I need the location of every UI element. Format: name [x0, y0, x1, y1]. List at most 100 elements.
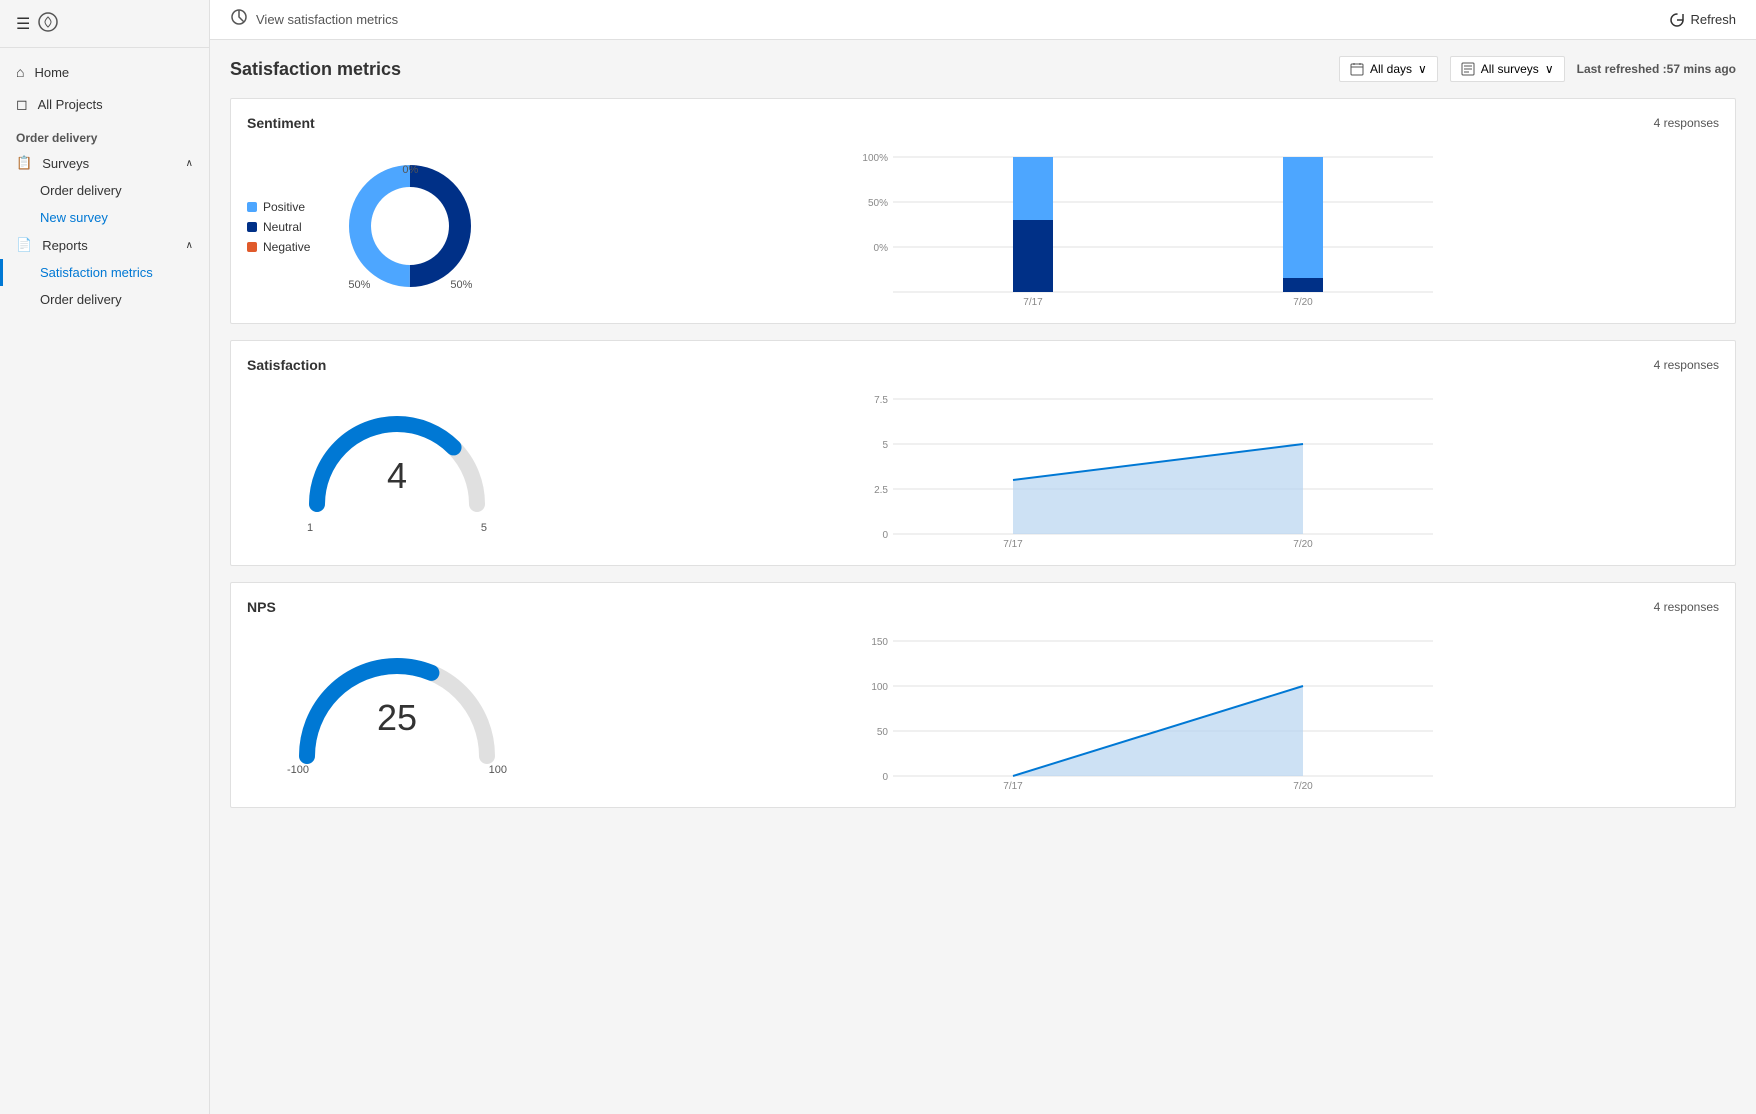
topbar: View satisfaction metrics Refresh	[210, 0, 1756, 40]
sentiment-donut-area: Positive Neutral Negative	[247, 156, 547, 299]
svg-text:0: 0	[882, 530, 888, 541]
refresh-button[interactable]: Refresh	[1670, 12, 1736, 27]
reports-icon: 📄	[16, 237, 32, 253]
sidebar-item-new-survey[interactable]: New survey	[0, 204, 209, 231]
all-surveys-label: All surveys	[1481, 62, 1539, 76]
nps-gauge-value: 25	[377, 697, 417, 739]
last-refreshed: Last refreshed :57 mins ago	[1577, 62, 1736, 76]
page-title: Satisfaction metrics	[230, 59, 401, 80]
satisfaction-gauge-min: 1	[307, 522, 313, 534]
donut-top-label: 0%	[402, 164, 418, 176]
sentiment-bar-svg: 100% 50% 0% 7/17 7/20	[587, 147, 1719, 307]
all-surveys-filter[interactable]: All surveys ∨	[1450, 56, 1565, 82]
all-days-label: All days	[1370, 62, 1412, 76]
view-icon	[230, 8, 248, 31]
neutral-label: Neutral	[263, 220, 302, 234]
svg-text:7/17: 7/17	[1003, 781, 1023, 791]
svg-text:7.5: 7.5	[874, 395, 888, 406]
page-header: Satisfaction metrics All days ∨	[230, 56, 1736, 82]
sentiment-bar-chart: 100% 50% 0% 7/17 7/20	[587, 147, 1719, 307]
satisfaction-gauge-value: 4	[387, 455, 407, 497]
neutral-dot	[247, 222, 257, 232]
sidebar-item-order-delivery-report[interactable]: Order delivery	[0, 286, 209, 313]
satisfaction-gauge: 4 1 5	[297, 404, 497, 534]
svg-text:7/20: 7/20	[1293, 297, 1313, 307]
satisfaction-title: Satisfaction	[247, 357, 326, 373]
satisfaction-area-chart: 7.5 5 2.5 0 7/17 7/20	[587, 389, 1719, 549]
legend-neutral: Neutral	[247, 220, 310, 234]
nps-card: NPS 4 responses 25 -100 100	[230, 582, 1736, 808]
sidebar-navigation: ⌂ Home ◻ All Projects Order delivery 📋 S…	[0, 48, 209, 1114]
surveys-label: Surveys	[42, 156, 89, 171]
svg-text:7/20: 7/20	[1293, 539, 1313, 549]
sidebar: ☰ ⌂ Home ◻ All Projects Order delivery 📋…	[0, 0, 210, 1114]
sidebar-item-all-projects[interactable]: ◻ All Projects	[0, 88, 209, 121]
sentiment-card-content: Positive Neutral Negative	[247, 147, 1719, 307]
reports-label: Reports	[42, 238, 88, 253]
nps-gauge-min: -100	[287, 764, 309, 776]
surveys-chevron-icon: ∧	[186, 158, 193, 169]
nps-gauge: 25 -100 100	[287, 646, 507, 776]
all-days-filter[interactable]: All days ∨	[1339, 56, 1438, 82]
negative-label: Negative	[263, 240, 310, 254]
calendar-icon	[1350, 62, 1364, 76]
legend-negative: Negative	[247, 240, 310, 254]
svg-text:50%: 50%	[868, 198, 888, 209]
topbar-breadcrumb: View satisfaction metrics	[256, 12, 398, 27]
nps-gauge-max: 100	[489, 764, 507, 776]
svg-text:50: 50	[877, 727, 889, 738]
satisfaction-card-content: 4 1 5 7.5 5	[247, 389, 1719, 549]
svg-text:2.5: 2.5	[874, 485, 888, 496]
svg-text:7/17: 7/17	[1023, 297, 1043, 307]
home-icon: ⌂	[16, 64, 24, 80]
refresh-icon	[1670, 13, 1684, 27]
sidebar-item-order-delivery-survey[interactable]: Order delivery	[0, 177, 209, 204]
svg-text:0: 0	[882, 772, 888, 783]
svg-text:0%: 0%	[874, 243, 889, 254]
projects-icon: ◻	[16, 96, 28, 113]
svg-text:7/17: 7/17	[1003, 539, 1023, 549]
content-area: Satisfaction metrics All days ∨	[210, 40, 1756, 1114]
satisfaction-gauge-max: 5	[481, 522, 487, 534]
main-content: View satisfaction metrics Refresh Satisf…	[210, 0, 1756, 1114]
nps-gauge-area: 25 -100 100	[247, 646, 547, 776]
nps-area-chart: 150 100 50 0 7/17 7/20	[587, 631, 1719, 791]
svg-text:7/20: 7/20	[1293, 781, 1313, 791]
surveys-toggle[interactable]: 📋 Surveys ∧	[0, 149, 209, 177]
satisfaction-gauge-area: 4 1 5	[247, 404, 547, 534]
svg-text:100%: 100%	[862, 153, 888, 164]
donut-container: Positive Neutral Negative	[247, 156, 547, 299]
sidebar-header: ☰	[0, 0, 209, 48]
positive-label: Positive	[263, 200, 305, 214]
negative-dot	[247, 242, 257, 252]
donut-svg	[340, 156, 480, 296]
legend-positive: Positive	[247, 200, 310, 214]
satisfaction-card: Satisfaction 4 responses 4 1	[230, 340, 1736, 566]
sidebar-item-home-label: Home	[34, 65, 69, 80]
header-controls: All days ∨ All surveys ∨ Last refreshed …	[1339, 56, 1736, 82]
sentiment-responses: 4 responses	[1654, 116, 1719, 130]
positive-dot	[247, 202, 257, 212]
donut-chart-wrap: 0% 50% 50%	[340, 156, 480, 299]
refresh-label: Refresh	[1690, 12, 1736, 27]
sidebar-item-home[interactable]: ⌂ Home	[0, 56, 209, 88]
sidebar-section-order-delivery: Order delivery	[0, 121, 209, 149]
sidebar-item-satisfaction-metrics[interactable]: Satisfaction metrics	[0, 259, 209, 286]
satisfaction-responses: 4 responses	[1654, 358, 1719, 372]
satisfaction-area-svg: 7.5 5 2.5 0 7/17 7/20	[587, 389, 1719, 549]
nps-area-svg: 150 100 50 0 7/17 7/20	[587, 631, 1719, 791]
hamburger-icon[interactable]: ☰	[16, 14, 30, 34]
topbar-left: View satisfaction metrics	[230, 8, 398, 31]
donut-right-label: 50%	[450, 279, 472, 291]
sentiment-title: Sentiment	[247, 115, 315, 131]
sidebar-item-all-projects-label: All Projects	[38, 97, 103, 112]
donut-legend: Positive Neutral Negative	[247, 200, 310, 254]
sentiment-card: Sentiment 4 responses Positive	[230, 98, 1736, 324]
reports-toggle[interactable]: 📄 Reports ∧	[0, 231, 209, 259]
svg-text:100: 100	[871, 682, 888, 693]
reports-chevron-icon: ∧	[186, 240, 193, 251]
sidebar-logo-icon	[38, 12, 58, 35]
nps-card-header: NPS 4 responses	[247, 599, 1719, 615]
satisfaction-card-header: Satisfaction 4 responses	[247, 357, 1719, 373]
nps-responses: 4 responses	[1654, 600, 1719, 614]
